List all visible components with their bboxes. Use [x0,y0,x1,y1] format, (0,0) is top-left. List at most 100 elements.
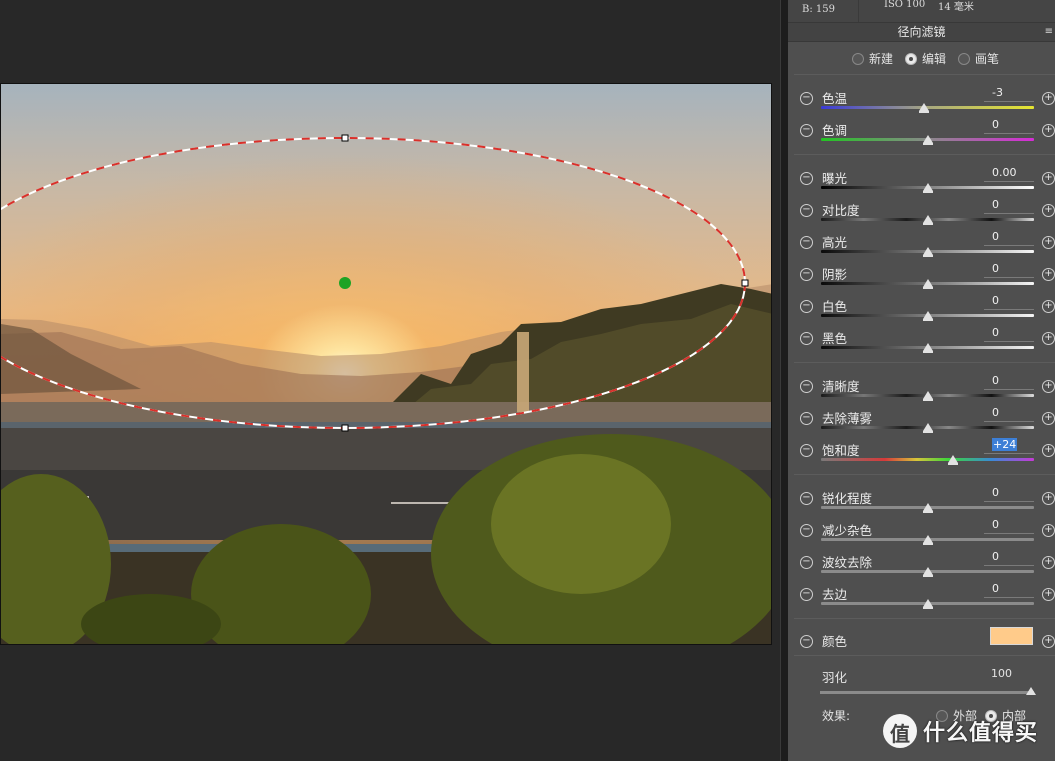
increase-noise-icon[interactable]: + [1042,524,1055,537]
decrease-tint-icon[interactable]: − [800,124,813,137]
photo-canvas[interactable] [0,83,772,645]
saturation-slider-thumb[interactable] [948,455,959,465]
saturation-slider-track[interactable] [821,458,1034,461]
moire-slider-thumb[interactable] [922,567,933,577]
slider-row-temp: − 色温 -3 + [788,86,1055,118]
contrast-slider-thumb[interactable] [922,215,933,225]
defringe-slider-thumb[interactable] [922,599,933,609]
increase-color-icon[interactable]: + [1042,635,1055,648]
clarity-slider-thumb[interactable] [922,391,933,401]
sharpness-value[interactable]: 0 [984,486,1034,502]
defringe-value[interactable]: 0 [984,582,1034,598]
exposure-slider-thumb[interactable] [922,183,933,193]
shadows-slider-thumb[interactable] [922,279,933,289]
increase-tint-icon[interactable]: + [1042,124,1055,137]
noise-value[interactable]: 0 [984,518,1034,534]
dehaze-value[interactable]: 0 [984,406,1034,422]
increase-highlights-icon[interactable]: + [1042,236,1055,249]
increase-exposure-icon[interactable]: + [1042,172,1055,185]
decrease-exposure-icon[interactable]: − [800,172,813,185]
decrease-whites-icon[interactable]: − [800,300,813,313]
feather-value[interactable]: 100 [991,667,1012,680]
radio-selected-icon [905,52,918,65]
increase-contrast-icon[interactable]: + [1042,204,1055,217]
feather-slider-thumb[interactable] [1026,687,1036,695]
mode-brush[interactable]: 画笔 [958,50,999,67]
slider-row-whites: − 白色 0 + [788,294,1055,326]
increase-shadows-icon[interactable]: + [1042,268,1055,281]
mode-selector: 新建 编辑 画笔 [852,50,999,67]
decrease-noise-icon[interactable]: − [800,524,813,537]
slider-row-defringe: − 去边 0 + [788,582,1055,614]
decrease-contrast-icon[interactable]: − [800,204,813,217]
feather-slider-track[interactable] [820,691,1034,694]
slider-row-saturation: − 饱和度 +24 + [788,438,1055,470]
increase-whites-icon[interactable]: + [1042,300,1055,313]
increase-temp-icon[interactable]: + [1042,92,1055,105]
feather-row: 羽化 100 [788,663,1055,699]
increase-clarity-icon[interactable]: + [1042,380,1055,393]
decrease-highlights-icon[interactable]: − [800,236,813,249]
mode-new[interactable]: 新建 [852,50,893,67]
noise-slider-thumb[interactable] [922,535,933,545]
decrease-dehaze-icon[interactable]: − [800,412,813,425]
slider-row-exposure: − 曝光 0.00 + [788,166,1055,198]
decrease-shadows-icon[interactable]: − [800,268,813,281]
moire-value[interactable]: 0 [984,550,1034,566]
slider-row-sharpness: − 锐化程度 0 + [788,486,1055,518]
slider-row-clarity: − 清晰度 0 + [788,374,1055,406]
whites-slider-thumb[interactable] [922,311,933,321]
decrease-moire-icon[interactable]: − [800,556,813,569]
blacks-slider-thumb[interactable] [922,343,933,353]
shadows-value[interactable]: 0 [984,262,1034,278]
slider-row-noise: − 减少杂色 0 + [788,518,1055,550]
temp-slider-thumb[interactable] [919,103,930,113]
info-separator [858,0,859,22]
color-swatch[interactable] [990,627,1033,645]
slider-row-tint: − 色调 0 + [788,118,1055,150]
contrast-value[interactable]: 0 [984,198,1034,214]
section-divider [794,655,1055,656]
increase-moire-icon[interactable]: + [1042,556,1055,569]
focal-length-readout: 14 毫米 [938,2,974,13]
decrease-saturation-icon[interactable]: − [800,444,813,457]
blacks-value[interactable]: 0 [984,326,1034,342]
canvas-workspace [0,0,780,761]
whites-value[interactable]: 0 [984,294,1034,310]
decrease-temp-icon[interactable]: − [800,92,813,105]
highlights-value[interactable]: 0 [984,230,1034,246]
decrease-blacks-icon[interactable]: − [800,332,813,345]
section-divider [794,74,1055,75]
sharpness-slider-thumb[interactable] [922,503,933,513]
panel-menu-icon[interactable]: ≡ [1045,26,1053,37]
panel-title: 径向滤镜 [788,22,1055,42]
decrease-sharpness-icon[interactable]: − [800,492,813,505]
section-divider [794,474,1055,475]
decrease-color-icon[interactable]: − [800,635,813,648]
section-divider [794,618,1055,619]
increase-dehaze-icon[interactable]: + [1042,412,1055,425]
dehaze-slider-thumb[interactable] [922,423,933,433]
watermark-logo-icon [883,714,917,748]
photo-scene [1,134,771,644]
section-divider [794,362,1055,363]
decrease-clarity-icon[interactable]: − [800,380,813,393]
watermark: 什么值得买 [883,714,1038,748]
tint-slider-thumb[interactable] [922,135,933,145]
decrease-defringe-icon[interactable]: − [800,588,813,601]
mode-edit[interactable]: 编辑 [905,50,946,67]
tint-value[interactable]: 0 [984,118,1034,134]
slider-row-contrast: − 对比度 0 + [788,198,1055,230]
saturation-value[interactable]: +24 [984,438,1034,454]
temp-value[interactable]: -3 [984,86,1034,102]
exposure-value[interactable]: 0.00 [984,166,1034,182]
slider-row-moire: − 波纹去除 0 + [788,550,1055,582]
increase-saturation-icon[interactable]: + [1042,444,1055,457]
highlights-slider-thumb[interactable] [922,247,933,257]
increase-blacks-icon[interactable]: + [1042,332,1055,345]
slider-row-highlights: − 高光 0 + [788,230,1055,262]
increase-defringe-icon[interactable]: + [1042,588,1055,601]
increase-sharpness-icon[interactable]: + [1042,492,1055,505]
clarity-value[interactable]: 0 [984,374,1034,390]
panel-divider[interactable] [780,0,788,761]
